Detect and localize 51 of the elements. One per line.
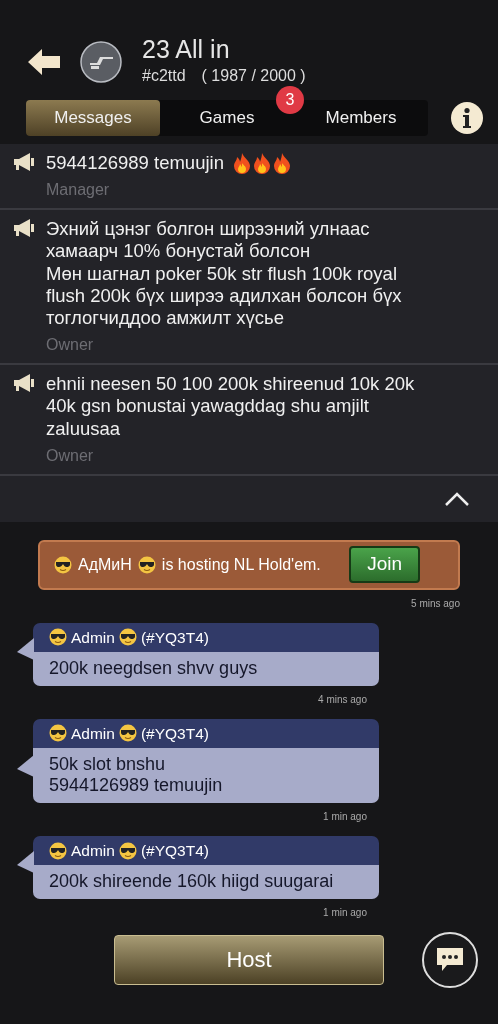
fire-emoji-icon <box>231 152 252 175</box>
sender-name: Admin <box>71 723 115 744</box>
collapse-chevron-icon[interactable] <box>444 490 470 507</box>
sunglasses-emoji-icon <box>49 724 67 743</box>
message-text: 200k neegdsen shvv guys <box>33 651 379 686</box>
timestamp: 1 min ago <box>322 809 367 824</box>
author-role: Owner <box>46 335 95 356</box>
sunglasses-emoji-icon <box>118 841 137 860</box>
megaphone-icon <box>12 152 36 172</box>
bubble-tail-icon <box>17 754 34 777</box>
sunglasses-emoji-icon <box>54 555 72 574</box>
sender-name: Admin <box>71 627 115 648</box>
bubble-tail-icon <box>17 850 34 873</box>
chat-bubble-icon <box>435 946 465 973</box>
author-role: Owner <box>46 445 95 466</box>
back-arrow-icon[interactable] <box>28 49 60 75</box>
sunglasses-emoji-icon <box>118 724 137 743</box>
sender-id: (#YQ3T4) <box>140 723 209 744</box>
chat-button[interactable] <box>422 931 478 988</box>
invite-text: is hosting NL Hold'em. <box>161 554 321 575</box>
info-icon[interactable] <box>450 101 484 135</box>
fire-emoji-icon <box>271 152 292 175</box>
timestamp: 4 mins ago <box>317 692 367 707</box>
sunglasses-emoji-icon <box>49 841 67 860</box>
message-text: 200k shireende 160k hiigd suugarai <box>33 865 379 899</box>
count-badge: 3 <box>276 86 304 114</box>
sunglasses-emoji-icon <box>118 628 137 647</box>
club-title: 23 All in <box>142 36 231 64</box>
author-role: Manager <box>46 180 111 201</box>
timestamp: 5 mins ago <box>410 596 460 611</box>
sunglasses-emoji-icon <box>137 555 156 574</box>
sender-id: (#YQ3T4) <box>140 840 209 861</box>
megaphone-icon <box>12 218 36 239</box>
sender-name: Admin <box>71 840 115 861</box>
timestamp: 1 min ago <box>322 905 367 920</box>
sunglasses-emoji-icon <box>49 628 67 647</box>
join-button[interactable]: Join <box>349 546 420 583</box>
member-count: ( 1987 / 2000 ) <box>201 65 306 86</box>
announcement-text: Эхний цэнэг болгон ширээний улнаас хамаарч 10% бонустай болсон Мөн шагнал poker 50k str flush 100k royal flush 200k бүх ширээ адилхан болсон бүх тоглогчиддоо амжилт хүсье <box>46 218 403 330</box>
announcement-text: 5944126989 temuujin <box>46 152 224 175</box>
fire-emoji-icon <box>251 152 272 175</box>
bubble-tail-icon <box>17 637 34 660</box>
club-id: #c2ttd <box>142 65 186 86</box>
host-button[interactable]: Host <box>114 934 384 985</box>
host-name: АдМиН <box>78 554 132 575</box>
sender-id: (#YQ3T4) <box>140 627 209 648</box>
tab[interactable]: Messages <box>26 100 160 136</box>
message-text: 50k slot bnshu 5944126989 temuujin <box>33 747 379 803</box>
announcement-text: ehnii neesen 50 100 200k shireenud 10k 20k 40k gsn bonustai yawagddag shu amjilt zaluusaa <box>46 373 416 440</box>
club-avatar-icon <box>80 41 122 83</box>
megaphone-icon <box>12 373 36 394</box>
